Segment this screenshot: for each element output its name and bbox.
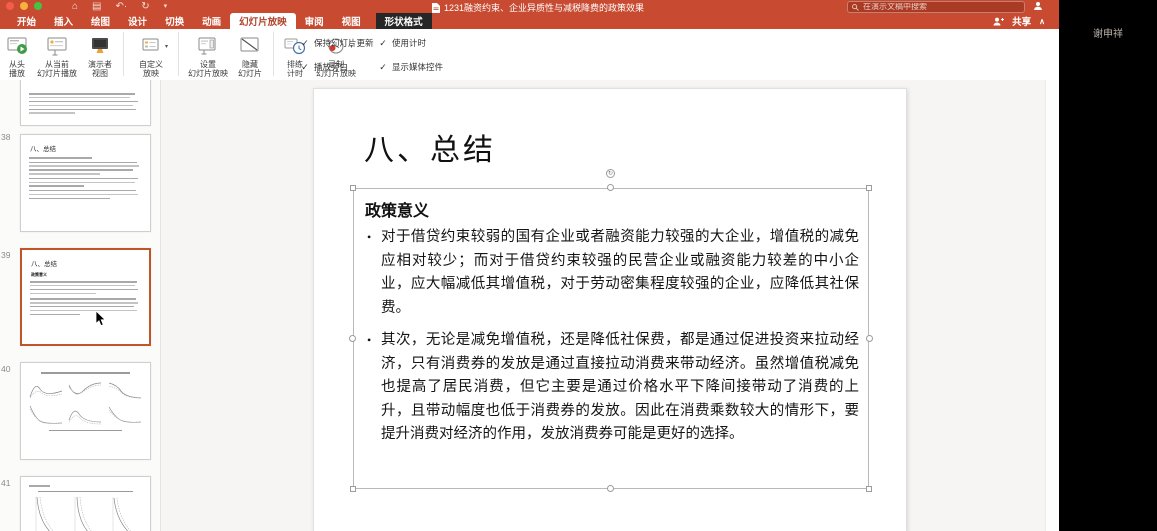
checkmark-icon xyxy=(300,62,310,72)
tab-transitions[interactable]: 切换 xyxy=(156,13,193,29)
powerpoint-window: ⌂ ▤ ↶· ↻ ▾ 1231融资约束、企业异质性与减税降费的政策效果 在演示文… xyxy=(0,0,1059,531)
tab-insert[interactable]: 插入 xyxy=(45,13,82,29)
checkmark-icon xyxy=(300,38,310,48)
slide-number: 38 xyxy=(1,132,15,142)
resize-handle-top-right[interactable] xyxy=(866,185,872,191)
thumbnail-slide-39-selected[interactable]: 八、总结 政策意义 xyxy=(20,248,151,346)
thumbnail-title: 八、总结 xyxy=(31,258,142,268)
thumbnail-slide-40[interactable] xyxy=(20,362,151,460)
resize-handle-bottom-center[interactable] xyxy=(607,485,614,492)
ribbon-separator xyxy=(178,32,179,76)
checkmark-icon xyxy=(378,62,388,72)
checkbox-show-media-controls[interactable]: 显示媒体控件 xyxy=(378,61,443,73)
resize-handle-top-left[interactable] xyxy=(350,185,356,191)
tab-design[interactable]: 设计 xyxy=(119,13,156,29)
search-icon xyxy=(852,4,859,11)
dropdown-arrow-icon: ▾ xyxy=(165,43,168,50)
search-input[interactable]: 在演示文稿中搜索 xyxy=(847,1,1025,13)
share-person-icon xyxy=(993,17,1004,26)
textbox-heading: 政策意义 xyxy=(365,197,429,221)
slide-number: 40 xyxy=(1,364,15,374)
undo-icon[interactable]: ↶· xyxy=(116,2,128,12)
play-from-beginning-icon xyxy=(5,33,29,59)
hide-slide-button[interactable]: 隐藏 幻灯片 xyxy=(232,31,268,78)
tab-shape-format[interactable]: 形状格式 xyxy=(376,13,432,29)
redo-icon[interactable]: ↻ xyxy=(141,2,149,12)
thumbnail-slide-37[interactable] xyxy=(20,80,151,126)
video-overlay-panel: 谢申祥 xyxy=(1059,0,1157,531)
hide-slide-icon xyxy=(238,33,262,59)
account-icon[interactable] xyxy=(1033,1,1043,11)
resize-handle-middle-right[interactable] xyxy=(866,335,873,342)
maximize-window-icon[interactable] xyxy=(34,2,42,10)
ribbon-separator xyxy=(123,32,124,76)
checkmark-icon xyxy=(378,38,388,48)
slide-editing-area: 八、总结 政策意义 对于借贷约束较弱的国有企业或者融资能力较强的大企业，增值税的… xyxy=(161,80,1045,531)
bullet-item: 其次，无论是减免增值税，还是降低社保费，都是通过促进投资来拉动经济，只有消费券的… xyxy=(365,329,859,447)
minimize-window-icon[interactable] xyxy=(20,2,28,10)
share-label: 共享 xyxy=(1012,14,1031,28)
slide-canvas[interactable]: 八、总结 政策意义 对于借贷约束较弱的国有企业或者融资能力较强的大企业，增值税的… xyxy=(313,88,907,531)
resize-handle-bottom-left[interactable] xyxy=(350,486,356,492)
bullet-item: 对于借贷约束较弱的国有企业或者融资能力较强的大企业，增值税的减免应相对较少；而对… xyxy=(365,226,859,320)
thumbnail-charts xyxy=(28,377,143,426)
ribbon-tabs: 开始 插入 绘图 设计 切换 动画 幻灯片放映 审阅 视图 形状格式 xyxy=(0,13,1059,29)
play-from-start-button[interactable]: 从头 播放 xyxy=(2,31,32,78)
ribbon: 从头 播放 从当前 幻灯片播放 xyxy=(0,29,1059,81)
thumbnail-heading: 政策意义 xyxy=(31,272,142,278)
setup-show-icon xyxy=(196,33,220,59)
play-from-current-icon xyxy=(45,33,69,59)
thumbnail-slide-41[interactable] xyxy=(20,476,151,531)
tab-slideshow[interactable]: 幻灯片放映 xyxy=(230,13,296,29)
resize-handle-middle-left[interactable] xyxy=(349,335,356,342)
tab-draw[interactable]: 绘图 xyxy=(82,13,119,29)
tab-review[interactable]: 审阅 xyxy=(296,13,333,29)
vertical-scrollbar[interactable] xyxy=(1045,80,1059,531)
rotate-handle-icon[interactable]: ↻ xyxy=(606,169,615,178)
participant-name: 谢申祥 xyxy=(1059,25,1157,40)
checkbox-play-narrations[interactable]: 播放旁白 xyxy=(300,61,348,73)
toolbar-dropdown-icon[interactable]: ▾ xyxy=(164,2,168,12)
thumbnail-charts xyxy=(28,495,143,531)
tab-view[interactable]: 视图 xyxy=(333,13,370,29)
play-from-current-button[interactable]: 从当前 幻灯片播放 xyxy=(32,31,82,78)
titlebar: ⌂ ▤ ↶· ↻ ▾ 1231融资约束、企业异质性与减税降费的政策效果 在演示文… xyxy=(0,0,1059,13)
ribbon-separator xyxy=(273,32,274,76)
slide-number: 41 xyxy=(1,478,15,488)
search-placeholder: 在演示文稿中搜索 xyxy=(863,3,927,11)
save-icon[interactable]: ▤ xyxy=(92,2,101,12)
custom-show-icon: ▾ xyxy=(140,33,162,59)
slide-title[interactable]: 八、总结 xyxy=(364,125,496,169)
custom-show-button[interactable]: ▾ 自定义 放映 xyxy=(129,31,173,78)
close-window-icon[interactable] xyxy=(6,2,14,10)
window-controls xyxy=(6,2,42,10)
resize-handle-bottom-right[interactable] xyxy=(866,486,872,492)
slide-number: 39 xyxy=(1,250,15,260)
resize-handle-top-center[interactable] xyxy=(607,184,614,191)
tab-home[interactable]: 开始 xyxy=(8,13,45,29)
setup-slideshow-button[interactable]: 设置 幻灯片放映 xyxy=(184,31,232,78)
collapse-ribbon-icon[interactable]: ∧ xyxy=(1039,17,1045,26)
checkbox-use-timings[interactable]: 使用计时 xyxy=(378,37,426,49)
tab-animations[interactable]: 动画 xyxy=(193,13,230,29)
slide-thumbnail-panel[interactable]: 38 八、总结 39 八、总结 政策意义 xyxy=(0,80,161,531)
content-textbox[interactable]: 政策意义 对于借贷约束较弱的国有企业或者融资能力较强的大企业，增值税的减免应相对… xyxy=(353,188,869,489)
thumbnail-slide-38[interactable]: 八、总结 xyxy=(20,134,151,232)
quick-access-toolbar: ⌂ ▤ ↶· ↻ ▾ xyxy=(72,0,167,13)
document-icon xyxy=(432,3,440,13)
presenter-view-icon xyxy=(88,33,112,59)
thumbnail-title: 八、总结 xyxy=(30,143,143,153)
mouse-cursor xyxy=(95,311,106,327)
checkbox-keep-slides-updated[interactable]: 保持幻灯片更新 xyxy=(300,37,374,49)
share-button[interactable]: 共享 ∧ xyxy=(993,13,1045,29)
presenter-view-button[interactable]: 演示者 视图 xyxy=(82,31,118,78)
home-icon[interactable]: ⌂ xyxy=(72,2,78,12)
